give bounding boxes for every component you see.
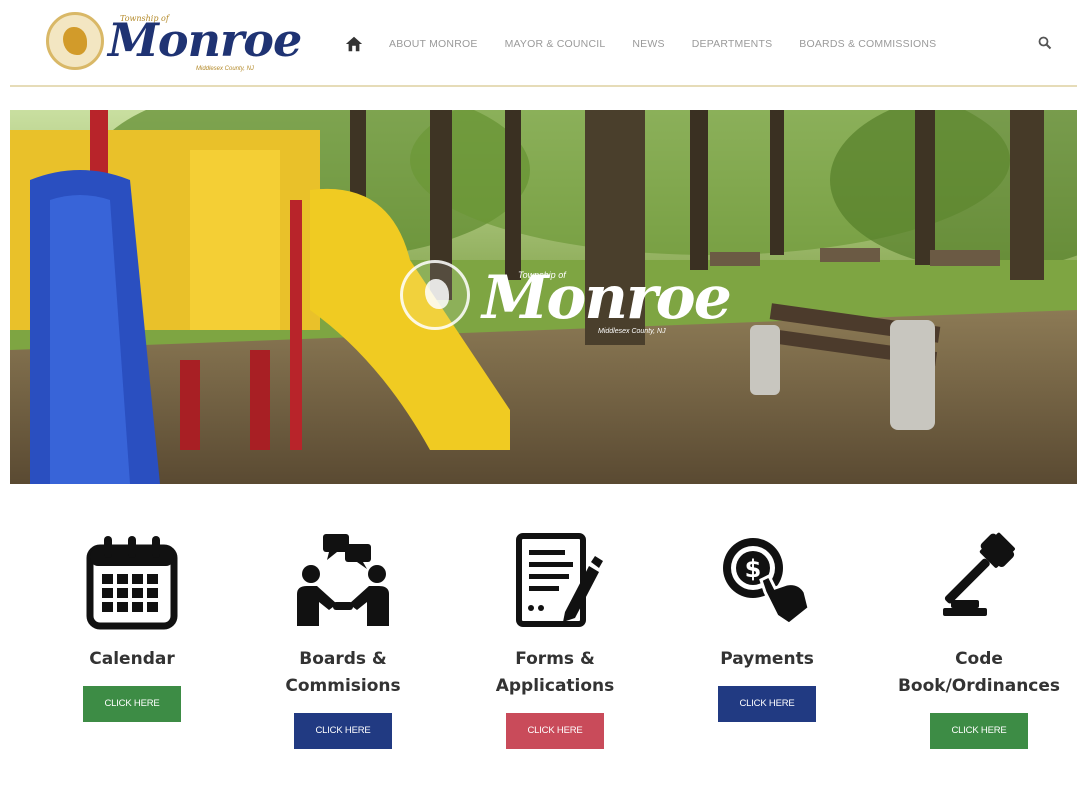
township-seal-icon — [400, 260, 470, 330]
nav-mayor-council[interactable]: MAYOR & COUNCIL — [505, 38, 606, 50]
gavel-icon[interactable] — [929, 530, 1029, 630]
nav-news[interactable]: NEWS — [632, 38, 664, 50]
quick-link-payments: $ Payments CLICK HERE — [667, 530, 867, 722]
quick-link-label: Forms & Applications — [495, 649, 615, 696]
calendar-click-here-button[interactable]: CLICK HERE — [83, 686, 181, 722]
home-icon[interactable] — [345, 35, 363, 53]
meeting-icon[interactable] — [293, 530, 393, 630]
forms-click-here-button[interactable]: CLICK HERE — [506, 713, 604, 749]
boards-click-here-button[interactable]: CLICK HERE — [294, 713, 392, 749]
svg-text:$: $ — [745, 555, 762, 583]
code-book-click-here-button[interactable]: CLICK HERE — [930, 713, 1028, 749]
nav-boards-commissions[interactable]: BOARDS & COMMISSIONS — [799, 38, 936, 50]
site-header: Township of Monroe Middlesex County, NJ … — [0, 0, 1077, 87]
nav-about-monroe[interactable]: ABOUT MONROE — [389, 38, 478, 50]
logo-name: Monroe — [108, 13, 302, 67]
site-logo[interactable]: Township of Monroe Middlesex County, NJ — [46, 10, 302, 76]
header-divider — [10, 85, 1077, 87]
quick-link-boards: Boards & Commisions CLICK HERE — [243, 530, 443, 749]
search-icon[interactable] — [1038, 36, 1052, 50]
quick-link-label: Payments — [720, 649, 814, 669]
logo-county: Middlesex County, NJ — [196, 66, 254, 72]
township-seal-icon — [46, 12, 104, 70]
quick-link-label: Code Book/Ordinances — [897, 649, 1061, 696]
payment-icon[interactable]: $ — [717, 530, 817, 630]
hero-logo-name: Monroe — [482, 263, 732, 333]
hero-logo-county: Middlesex County, NJ — [598, 328, 666, 335]
hero-logo-overlay: Township of Monroe Middlesex County, NJ — [400, 260, 732, 340]
quick-link-calendar: Calendar CLICK HERE — [32, 530, 232, 722]
quick-link-label: Boards & Commisions — [285, 649, 401, 696]
form-icon[interactable] — [505, 530, 605, 630]
nav-departments[interactable]: DEPARTMENTS — [692, 38, 773, 50]
quick-link-code-book: Code Book/Ordinances CLICK HERE — [879, 530, 1077, 749]
quick-link-forms: Forms & Applications CLICK HERE — [455, 530, 655, 749]
hero-banner: Township of Monroe Middlesex County, NJ — [10, 110, 1077, 484]
payments-click-here-button[interactable]: CLICK HERE — [718, 686, 816, 722]
main-nav: ABOUT MONROE MAYOR & COUNCIL NEWS DEPART… — [345, 34, 963, 54]
calendar-icon[interactable] — [82, 530, 182, 630]
quick-link-label: Calendar — [89, 649, 175, 669]
